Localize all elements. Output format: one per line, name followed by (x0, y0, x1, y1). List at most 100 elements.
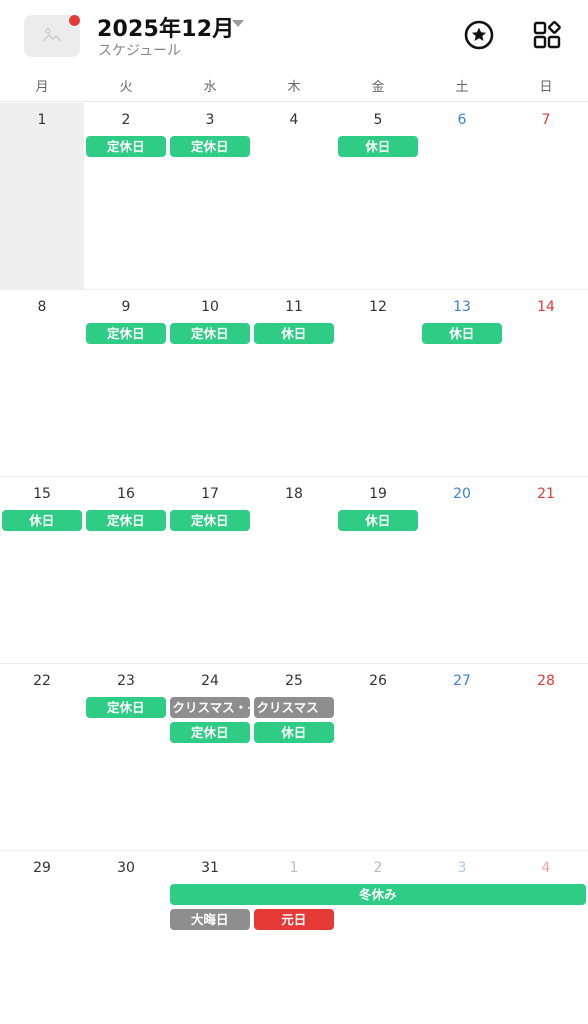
weekday-label: 日 (539, 80, 553, 95)
event-chip[interactable]: クリスマス・イブ (169, 697, 250, 718)
day-cell[interactable]: 25 (252, 664, 336, 850)
day-cell[interactable]: 7 (504, 103, 588, 289)
day-cell[interactable]: 6 (420, 103, 504, 289)
event-chip[interactable]: 定休日 (169, 722, 250, 743)
event-chip[interactable]: 休日 (1, 510, 82, 531)
month-title[interactable]: 2025年12月 (97, 11, 234, 43)
day-number: 11 (285, 299, 303, 315)
event-chip[interactable]: 休日 (421, 323, 502, 344)
day-number: 24 (201, 673, 219, 689)
weekday-label: 金 (371, 80, 385, 95)
day-cell[interactable]: 2 (336, 851, 420, 1024)
day-number: 7 (541, 112, 551, 128)
calendar-name: スケジュール (98, 43, 182, 59)
day-cell[interactable]: 9 (84, 290, 168, 476)
day-cell[interactable]: 30 (84, 851, 168, 1024)
event-chip[interactable]: 元日 (253, 909, 334, 930)
day-number: 8 (37, 299, 47, 315)
chevron-down-icon[interactable] (232, 20, 244, 27)
day-cell[interactable]: 22 (0, 664, 84, 850)
day-number: 9 (121, 299, 131, 315)
week-row: 8 9 10 11 12 13 14 定休日 定休日 休日 休日 (0, 290, 588, 477)
star-circle-icon (464, 20, 494, 50)
event-chip[interactable]: 休日 (253, 722, 334, 743)
event-chip[interactable]: 定休日 (169, 323, 250, 344)
week-row: 22232425262728定休日クリスマス・イブクリスマス定休日休日 (0, 664, 588, 851)
day-number: 26 (369, 673, 387, 689)
day-cell[interactable]: 3 (168, 103, 252, 289)
image-placeholder-icon (42, 28, 62, 42)
notification-dot (68, 14, 81, 27)
day-number: 21 (537, 486, 555, 502)
event-chip[interactable]: 冬休み (169, 884, 586, 905)
day-cell[interactable]: 11 (252, 290, 336, 476)
event-chip[interactable]: クリスマス (253, 697, 334, 718)
day-number: 1 (37, 112, 47, 128)
weekday-label: 火 (119, 80, 133, 95)
day-cell[interactable]: 4 (504, 851, 588, 1024)
weekday-header: 月 火 水 木 金 土 日 (0, 74, 588, 102)
day-number: 10 (201, 299, 219, 315)
event-chip[interactable]: 定休日 (85, 697, 166, 718)
day-number: 15 (33, 486, 51, 502)
week-row: 1 2 3 4 5 6 7 定休日 定休日 休日 (0, 103, 588, 290)
day-number: 1 (289, 860, 299, 876)
day-number: 5 (373, 112, 383, 128)
day-number: 17 (201, 486, 219, 502)
day-number: 2 (121, 112, 131, 128)
day-cell[interactable]: 20 (420, 477, 504, 663)
day-cell[interactable]: 31 (168, 851, 252, 1024)
day-number: 4 (541, 860, 551, 876)
day-number: 20 (453, 486, 471, 502)
event-chip[interactable]: 休日 (337, 136, 418, 157)
event-chip[interactable]: 定休日 (85, 136, 166, 157)
day-number: 30 (117, 860, 135, 876)
day-number: 19 (369, 486, 387, 502)
day-cell[interactable]: 16 (84, 477, 168, 663)
day-cell[interactable]: 21 (504, 477, 588, 663)
day-cell[interactable]: 17 (168, 477, 252, 663)
day-number: 27 (453, 673, 471, 689)
event-chip[interactable]: 大晦日 (169, 909, 250, 930)
favorite-button[interactable] (462, 18, 496, 52)
day-number: 25 (285, 673, 303, 689)
day-cell[interactable]: 12 (336, 290, 420, 476)
day-cell[interactable]: 15 (0, 477, 84, 663)
day-cell[interactable]: 2 (84, 103, 168, 289)
day-cell[interactable]: 14 (504, 290, 588, 476)
day-number: 18 (285, 486, 303, 502)
day-cell[interactable]: 28 (504, 664, 588, 850)
weekday-label: 水 (203, 80, 217, 95)
day-number: 23 (117, 673, 135, 689)
day-cell[interactable]: 4 (252, 103, 336, 289)
event-chip[interactable]: 休日 (337, 510, 418, 531)
app-header: 2025年12月 スケジュール (0, 0, 588, 72)
event-chip[interactable]: 休日 (253, 323, 334, 344)
day-cell[interactable]: 8 (0, 290, 84, 476)
day-cell[interactable]: 19 (336, 477, 420, 663)
day-number: 28 (537, 673, 555, 689)
apps-button[interactable] (530, 18, 564, 52)
event-chip[interactable]: 定休日 (169, 136, 250, 157)
day-number: 4 (289, 112, 299, 128)
weekday-label: 木 (287, 80, 301, 95)
day-cell[interactable]: 13 (420, 290, 504, 476)
day-number: 2 (373, 860, 383, 876)
day-cell[interactable]: 24 (168, 664, 252, 850)
event-chip[interactable]: 定休日 (85, 323, 166, 344)
weekday-label: 土 (455, 80, 469, 95)
event-chip[interactable]: 定休日 (85, 510, 166, 531)
day-cell[interactable]: 23 (84, 664, 168, 850)
day-cell[interactable]: 18 (252, 477, 336, 663)
day-cell[interactable]: 26 (336, 664, 420, 850)
day-cell[interactable]: 1 (252, 851, 336, 1024)
day-cell[interactable]: 10 (168, 290, 252, 476)
day-cell[interactable]: 29 (0, 851, 84, 1024)
widgets-icon (533, 20, 561, 49)
day-cell[interactable]: 3 (420, 851, 504, 1024)
day-cell-today[interactable]: 1 (0, 103, 84, 289)
day-cell[interactable]: 27 (420, 664, 504, 850)
event-chip[interactable]: 定休日 (169, 510, 250, 531)
day-cell[interactable]: 5 (336, 103, 420, 289)
weekday-label: 月 (35, 80, 49, 95)
